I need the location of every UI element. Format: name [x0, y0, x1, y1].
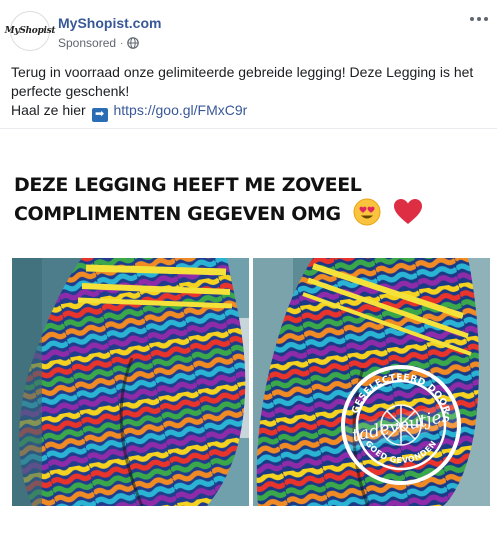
content-divider [0, 128, 497, 129]
headline-line-2-text: COMPLIMENTEN GEGEVEN OMG [14, 203, 341, 225]
globe-icon[interactable] [127, 37, 140, 49]
page-name-link[interactable]: MyShopist.com [58, 15, 161, 31]
sponsored-post: MyShopist MyShopist.com Sponsored · Teru… [0, 0, 497, 536]
avatar-logo-text: MyShopist [4, 26, 56, 36]
headline-line-1: DEZE LEGGING HEEFT ME ZOVEEL [14, 174, 362, 196]
meta-separator: · [120, 37, 124, 49]
post-message: Terug in voorraad onze gelimiteerde gebr… [11, 63, 489, 122]
post-cta-line: Haal ze hier ➡ https://goo.gl/FMxC9r [11, 101, 489, 122]
red-heart-emoji-icon [394, 199, 423, 224]
selection-badge-stamp: GESELECTEERD DOOR tadevoutjes GOED GEVON… [341, 365, 462, 485]
post-link[interactable]: https://goo.gl/FMxC9r [113, 102, 247, 118]
headline-line-2: COMPLIMENTEN GEGEVEN OMG [14, 198, 484, 227]
sponsored-label[interactable]: Sponsored [58, 36, 116, 50]
cta-prefix: Haal ze hier [11, 102, 86, 118]
post-message-line: Terug in voorraad onze gelimiteerde gebr… [11, 64, 474, 99]
post-meta: Sponsored · [58, 36, 140, 50]
right-arrow-icon: ➡ [91, 107, 108, 122]
page-avatar[interactable]: MyShopist [5, 11, 56, 51]
ad-headline: DEZE LEGGING HEEFT ME ZOVEEL COMPLIMENTE… [14, 173, 484, 227]
more-options-icon[interactable] [470, 12, 490, 26]
heart-eyes-emoji-icon [353, 198, 381, 226]
product-photo-left[interactable] [12, 258, 249, 506]
